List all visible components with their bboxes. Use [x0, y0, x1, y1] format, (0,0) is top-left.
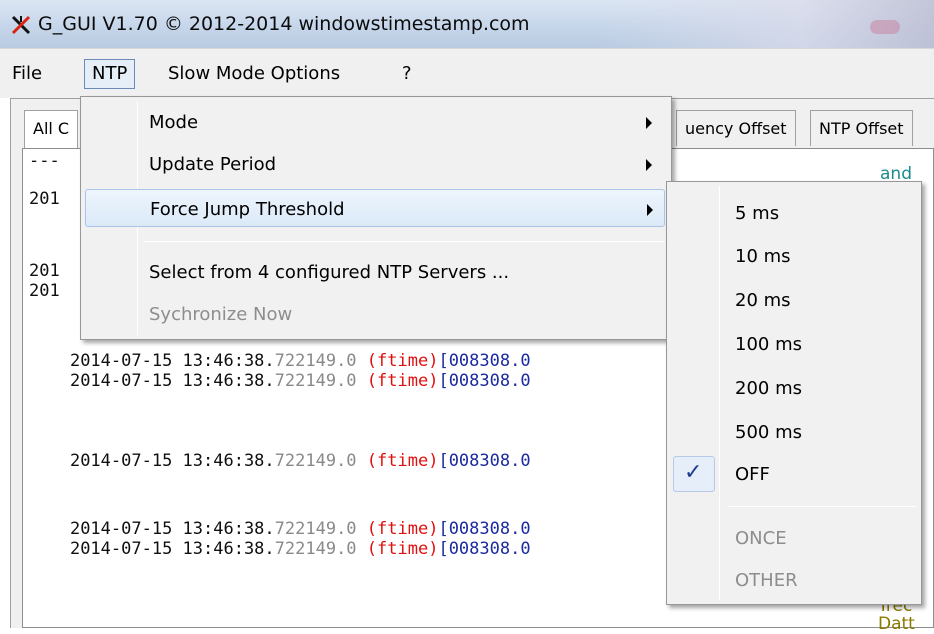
- threshold-item-once: ONCE: [667, 518, 919, 558]
- submenu-arrow-icon: [646, 117, 652, 129]
- threshold-item-off[interactable]: ✓ OFF: [667, 454, 919, 494]
- log-fraction: 722149.0: [274, 371, 357, 391]
- submenu-arrow-icon: [646, 159, 652, 171]
- menu-bar: File NTP Slow Mode Options ?: [0, 48, 934, 98]
- log-line: 2014-07-15 13:46:38.722149.0 (ftime)[008…: [29, 351, 531, 411]
- checkmark-icon: ✓: [684, 460, 703, 485]
- threshold-item-200ms[interactable]: 200 ms: [667, 368, 919, 408]
- threshold-item-20ms[interactable]: 20 ms: [667, 280, 919, 320]
- tab-ntp-offset[interactable]: NTP Offset: [810, 110, 913, 146]
- menu-item-label: 100 ms: [735, 334, 802, 355]
- log-tag: (ftime): [366, 371, 439, 391]
- menu-item-mode[interactable]: Mode: [81, 103, 669, 141]
- app-icon: [11, 15, 31, 35]
- tab-all[interactable]: All C: [24, 110, 79, 150]
- menu-file[interactable]: File: [12, 63, 42, 84]
- log-fragment: Datt: [878, 614, 915, 634]
- window-title: G_GUI V1.70 © 2012-2014 windowstimestamp…: [38, 13, 530, 35]
- menu-item-label: 20 ms: [735, 290, 791, 311]
- log-line-partial: 201: [29, 261, 60, 281]
- log-tag: (ftime): [366, 539, 439, 559]
- menu-slow-mode-options[interactable]: Slow Mode Options: [168, 63, 340, 84]
- threshold-item-5ms[interactable]: 5 ms: [667, 193, 919, 233]
- menu-item-update-period[interactable]: Update Period: [81, 145, 669, 183]
- menu-item-label: 500 ms: [735, 422, 802, 443]
- log-value: [008308.0: [438, 539, 531, 559]
- log-tag: (ftime): [366, 451, 439, 471]
- tab-frequency-offset[interactable]: uency Offset: [676, 110, 796, 146]
- threshold-item-other: OTHER: [667, 560, 919, 600]
- menu-separator: [143, 241, 665, 242]
- log-value: [008308.0: [438, 371, 531, 391]
- menu-help[interactable]: ?: [402, 63, 412, 84]
- menu-item-label: OTHER: [735, 570, 798, 591]
- menu-item-force-jump-threshold[interactable]: Force Jump Threshold: [85, 189, 665, 227]
- menu-item-label: Mode: [149, 112, 199, 133]
- title-bar: G_GUI V1.70 © 2012-2014 windowstimestamp…: [0, 0, 934, 48]
- log-date: 2014-07-15 13:46:38.: [69, 371, 275, 391]
- menu-item-label: ONCE: [735, 528, 787, 549]
- menu-item-select-ntp-servers[interactable]: Select from 4 configured NTP Servers ...: [81, 253, 669, 291]
- menu-item-label: 5 ms: [735, 203, 780, 224]
- menu-item-label: Update Period: [149, 154, 277, 175]
- menu-separator: [727, 506, 917, 507]
- menu-ntp[interactable]: NTP: [84, 59, 136, 89]
- threshold-item-500ms[interactable]: 500 ms: [667, 412, 919, 452]
- submenu-arrow-icon: [647, 204, 653, 216]
- menu-item-label: 200 ms: [735, 378, 802, 399]
- log-date: 2014-07-15 13:46:38.: [69, 451, 275, 471]
- threshold-item-100ms[interactable]: 100 ms: [667, 324, 919, 364]
- log-line-partial: ---: [29, 151, 60, 171]
- checkmark-box: ✓: [673, 456, 715, 492]
- ntp-menu: Mode Update Period Force Jump Threshold …: [80, 96, 672, 340]
- log-line-partial: 201: [29, 281, 60, 301]
- menu-item-synchronize-now: Sychronize Now: [81, 295, 669, 333]
- menu-item-label: Select from 4 configured NTP Servers ...: [149, 262, 510, 283]
- log-line: 2014-07-15 13:46:38.722149.0 (ftime)[008…: [29, 519, 531, 579]
- menu-item-label: OFF: [735, 464, 770, 485]
- threshold-item-10ms[interactable]: 10 ms: [667, 236, 919, 276]
- log-line-partial: 201: [29, 189, 60, 209]
- log-fraction: 722149.0: [274, 451, 357, 471]
- log-line: 2014-07-15 13:46:38.722149.0 (ftime)[008…: [29, 431, 531, 491]
- menu-item-label: 10 ms: [735, 246, 791, 267]
- menu-item-label: Force Jump Threshold: [150, 199, 345, 220]
- log-fraction: 722149.0: [274, 539, 357, 559]
- log-value: [008308.0: [438, 451, 531, 471]
- threshold-submenu: 5 ms 10 ms 20 ms 100 ms 200 ms 500 ms ✓ …: [666, 181, 922, 605]
- log-date: 2014-07-15 13:46:38.: [69, 539, 275, 559]
- title-bar-glass-highlight: [870, 20, 900, 34]
- menu-item-label: Sychronize Now: [149, 304, 293, 325]
